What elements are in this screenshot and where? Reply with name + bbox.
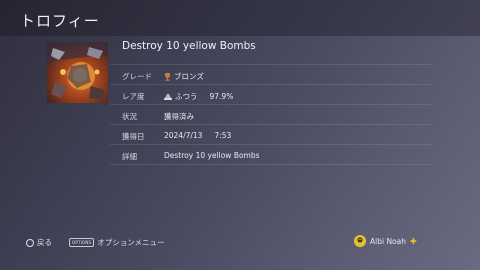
rarity-label: レア度	[122, 92, 145, 101]
back-label[interactable]: 戻る	[37, 237, 52, 248]
grade-text: ブロンズ	[174, 72, 204, 81]
page-header: トロフィー	[0, 0, 480, 36]
grade-value: ブロンズ	[164, 71, 204, 82]
detail-row-status: 状況 獲得済み	[110, 104, 432, 124]
options-button-icon[interactable]: OPTIONS	[69, 238, 95, 247]
trophy-details: グレード ブロンズ レア度 ふつう 97.9% 状況 獲得済み 獲得日 2024…	[110, 64, 432, 165]
rarity-value: ふつう 97.9%	[164, 91, 233, 102]
detail-row-earned-date: 獲得日 2024/7/13 7:53	[110, 124, 432, 144]
footer-controls: 戻る OPTIONS オプションメニュー	[26, 237, 165, 248]
trophy-title: Destroy 10 yellow Bombs	[122, 40, 256, 52]
description-label: 詳細	[122, 152, 137, 161]
trophy-thumbnail	[47, 42, 108, 103]
avatar	[354, 235, 366, 247]
bronze-trophy-icon	[164, 72, 171, 81]
grade-label: グレード	[122, 72, 152, 81]
detail-row-grade: グレード ブロンズ	[110, 64, 432, 84]
user-indicator: Albi Noah ✚	[354, 235, 417, 247]
rarity-text: ふつう	[175, 92, 198, 101]
user-name: Albi Noah	[370, 236, 406, 246]
description-value: Destroy 10 yellow Bombs	[164, 151, 260, 160]
detail-row-description: 詳細 Destroy 10 yellow Bombs	[110, 144, 432, 165]
options-menu-label[interactable]: オプションメニュー	[97, 237, 164, 248]
status-value: 獲得済み	[164, 112, 194, 121]
status-label: 状況	[122, 112, 137, 121]
rarity-icon	[164, 93, 172, 100]
earned-date-label: 獲得日	[122, 132, 145, 141]
page-title: トロフィー	[20, 12, 100, 30]
earned-date-value: 2024/7/13 7:53	[164, 131, 231, 140]
earned-time: 7:53	[214, 131, 232, 140]
detail-row-rarity: レア度 ふつう 97.9%	[110, 84, 432, 104]
earned-date: 2024/7/13	[164, 131, 203, 140]
circle-button-icon[interactable]	[26, 238, 34, 247]
plus-icon: ✚	[410, 236, 417, 246]
rarity-percent: 97.9%	[209, 92, 234, 101]
